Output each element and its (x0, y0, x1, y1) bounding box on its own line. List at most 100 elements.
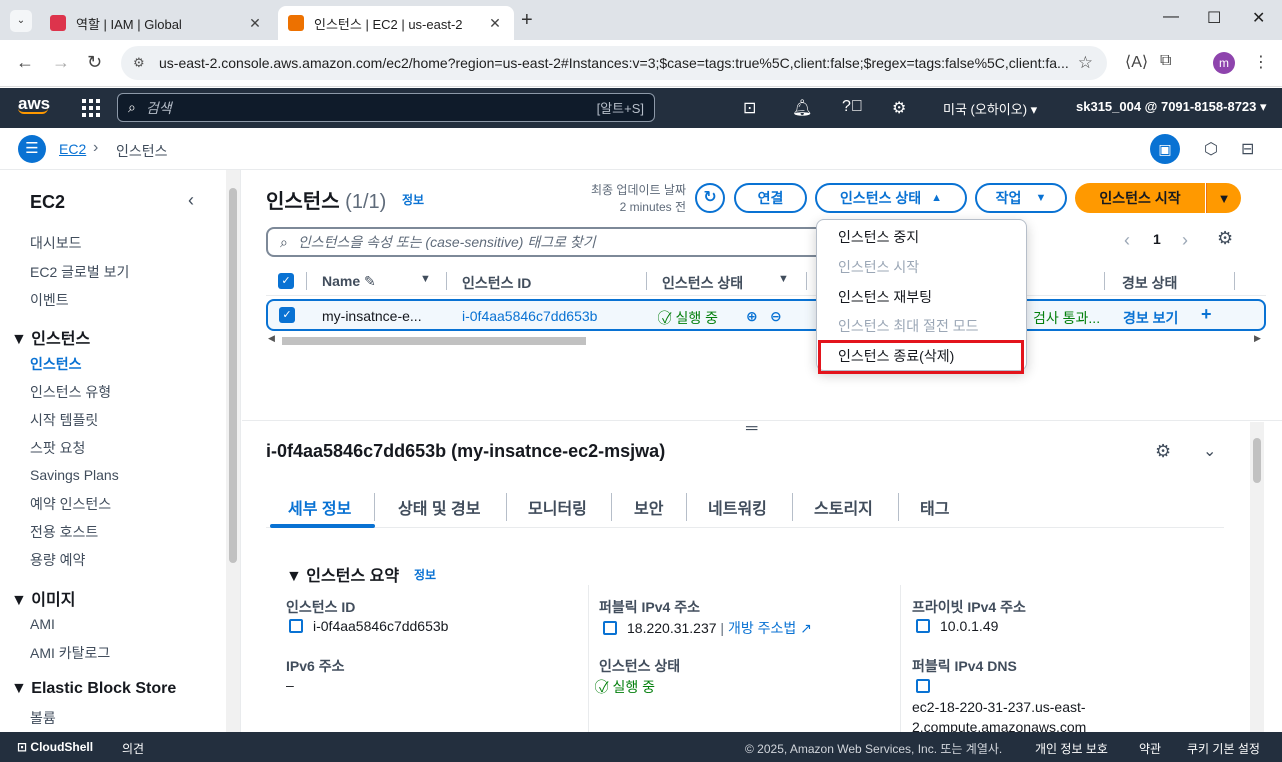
row-alarm-link[interactable]: 경보 보기 (1123, 308, 1178, 328)
sidebar-item-events[interactable]: 이벤트 (30, 290, 69, 310)
sidebar-item-spot-requests[interactable]: 스팟 요청 (30, 438, 85, 458)
sidebar-item-launch-templates[interactable]: 시작 템플릿 (30, 410, 98, 430)
browser-menu-icon[interactable]: ⋮ (1253, 52, 1269, 72)
aws-logo[interactable]: aws (18, 94, 50, 114)
next-page-icon[interactable]: › (1182, 230, 1188, 251)
copy-icon[interactable] (289, 619, 303, 633)
table-horizontal-scrollbar[interactable]: ◀ ▶ (266, 333, 1266, 347)
main-scrollbar-thumb[interactable] (1253, 438, 1261, 483)
tab-security[interactable]: 보안 (634, 495, 663, 519)
sidebar-item-instance-types[interactable]: 인스턴스 유형 (30, 382, 111, 402)
add-alarm-icon[interactable]: + (1201, 304, 1212, 325)
account-menu[interactable]: sk315_004 @ 7091-8158-8723 ▾ (1076, 99, 1267, 115)
split-panel-icon[interactable]: ▣ (1150, 134, 1180, 164)
sidebar-section-images[interactable]: ▼ 이미지 (11, 586, 75, 610)
table-preferences-gear-icon[interactable]: ⚙ (1217, 228, 1233, 249)
sidebar-item-dashboard[interactable]: 대시보드 (30, 233, 82, 253)
detail-settings-gear-icon[interactable]: ⚙ (1155, 441, 1171, 462)
close-tab-icon[interactable]: ✕ (246, 15, 264, 32)
launch-dropdown-button[interactable]: ▼ (1206, 183, 1241, 213)
sidebar-item-volumes[interactable]: 볼륨 (30, 708, 56, 728)
sidebar-section-ebs[interactable]: ▼ Elastic Block Store (11, 680, 176, 698)
menu-hamburger-icon[interactable]: ☰ (18, 135, 46, 163)
settings-gear-icon[interactable]: ⚙ (892, 98, 906, 118)
tab-storage[interactable]: 스토리지 (814, 495, 873, 519)
close-tab-icon[interactable]: ✕ (486, 15, 504, 32)
forward-icon[interactable]: → (52, 52, 70, 73)
breadcrumb-ec2-link[interactable]: EC2 (59, 141, 86, 157)
prev-page-icon[interactable]: ‹ (1124, 230, 1130, 251)
open-address-link[interactable]: 개방 주소법 (728, 620, 796, 636)
cloudshell-button[interactable]: ⊡ CloudShell (17, 740, 93, 754)
notifications-bell-icon[interactable]: 🔔︎ (792, 98, 812, 118)
info-link[interactable]: 정보 (402, 191, 424, 208)
sidebar-section-instances[interactable]: ▼ 인스턴스 (11, 325, 90, 349)
refresh-button[interactable]: ↻ (695, 183, 725, 213)
tab-status-alarms[interactable]: 상태 및 경보 (398, 495, 481, 519)
services-grid-icon[interactable] (82, 99, 100, 117)
actions-button[interactable]: 작업 ▼ (975, 183, 1067, 213)
page-number[interactable]: 1 (1153, 231, 1161, 247)
tools-icon[interactable]: ⬡ (1204, 139, 1218, 159)
row-checkbox[interactable]: ✓ (279, 307, 295, 323)
sidebar-item-reserved-instances[interactable]: 예약 인스턴스 (30, 494, 111, 514)
minimize-icon[interactable]: — (1163, 8, 1179, 26)
menu-item-stop-instance[interactable]: 인스턴스 중지 (838, 227, 919, 247)
extension-icon[interactable]: ⟨A⟩ (1125, 52, 1148, 72)
summary-info-link[interactable]: 정보 (414, 566, 436, 583)
scroll-left-icon[interactable]: ◀ (268, 333, 275, 344)
region-selector[interactable]: 미국 (오하이오) ▾ (943, 99, 1037, 118)
column-header-instance-id[interactable]: 인스턴스 ID (462, 273, 531, 293)
table-scrollbar-thumb[interactable] (282, 337, 586, 345)
collapse-sidebar-icon[interactable]: ‹ (188, 190, 194, 211)
new-tab-icon[interactable]: + (521, 9, 533, 32)
connect-button[interactable]: 연결 (734, 183, 807, 213)
help-icon[interactable]: ?⃝ (842, 98, 863, 116)
extensions-puzzle-icon[interactable]: ⧉ (1160, 52, 1171, 70)
maximize-icon[interactable]: ☐ (1207, 8, 1221, 28)
row-instance-id-link[interactable]: i-0f4aa5846c7dd653b (462, 308, 597, 324)
zoom-out-icon[interactable]: ⊖ (770, 308, 782, 325)
cookie-preferences-link[interactable]: 쿠키 기본 설정 (1187, 740, 1260, 757)
zoom-in-icon[interactable]: ⊕ (746, 308, 758, 325)
copy-icon[interactable] (916, 679, 930, 693)
sidebar-item-capacity-reservations[interactable]: 용량 예약 (30, 550, 85, 570)
sidebar-item-savings-plans[interactable]: Savings Plans (30, 467, 119, 483)
sidebar-item-instances[interactable]: 인스턴스 (30, 354, 82, 374)
menu-item-reboot-instance[interactable]: 인스턴스 재부팅 (838, 287, 932, 307)
resize-handle-icon[interactable]: ═ (746, 420, 757, 438)
cloudshell-icon[interactable]: ⊡ (743, 98, 756, 118)
sort-caret-icon[interactable]: ▼ (778, 273, 789, 285)
scroll-right-icon[interactable]: ▶ (1254, 333, 1261, 344)
tab-monitoring[interactable]: 모니터링 (528, 495, 587, 519)
external-link-icon[interactable]: ↗ (800, 620, 812, 636)
instance-state-button[interactable]: 인스턴스 상태 ▲ (815, 183, 967, 213)
column-header-name[interactable]: Name ✎ (322, 273, 376, 290)
sidebar-item-ami-catalog[interactable]: AMI 카탈로그 (30, 643, 110, 663)
site-info-icon[interactable]: ⚙ (133, 55, 145, 71)
browser-tab-ec2[interactable]: 인스턴스 | EC2 | us-east-2 ✕ (278, 6, 514, 40)
reload-icon[interactable]: ↻ (87, 52, 102, 73)
profile-avatar[interactable]: m (1213, 52, 1235, 74)
back-icon[interactable]: ← (16, 52, 34, 73)
tab-networking[interactable]: 네트워킹 (708, 495, 767, 519)
browser-tab-iam[interactable]: 역할 | IAM | Global ✕ (40, 6, 274, 40)
aws-search-input[interactable]: ⌕ 검색 [알트+S] (117, 93, 655, 122)
sidebar-scrollbar-thumb[interactable] (229, 188, 237, 563)
table-row[interactable]: ✓ my-insatnce-e... i-0f4aa5846c7dd653b ✓… (266, 299, 1266, 331)
instance-filter-input[interactable]: ⌕ 인스턴스을 속성 또는 (case-sensitive) 태그로 찾기 (266, 227, 826, 257)
url-input[interactable]: ⚙ us-east-2.console.aws.amazon.com/ec2/h… (121, 46, 1107, 80)
close-window-icon[interactable]: ✕ (1252, 8, 1265, 28)
sidebar-item-ami[interactable]: AMI (30, 616, 55, 632)
column-header-alarm-status[interactable]: 경보 상태 (1122, 273, 1177, 293)
tab-search-button[interactable]: ⌄ (10, 10, 32, 32)
sidebar-item-dedicated-hosts[interactable]: 전용 호스트 (30, 522, 98, 542)
copy-icon[interactable] (603, 621, 617, 635)
privacy-link[interactable]: 개인 정보 보호 (1035, 740, 1108, 757)
bookmark-star-icon[interactable]: ☆ (1078, 53, 1093, 73)
notifications-panel-icon[interactable]: ⊟ (1241, 139, 1254, 159)
instance-summary-heading[interactable]: ▼ 인스턴스 요약 (286, 562, 399, 586)
launch-instance-button[interactable]: 인스턴스 시작 (1075, 183, 1205, 213)
copy-icon[interactable] (916, 619, 930, 633)
column-header-instance-state[interactable]: 인스턴스 상태 (662, 273, 743, 293)
